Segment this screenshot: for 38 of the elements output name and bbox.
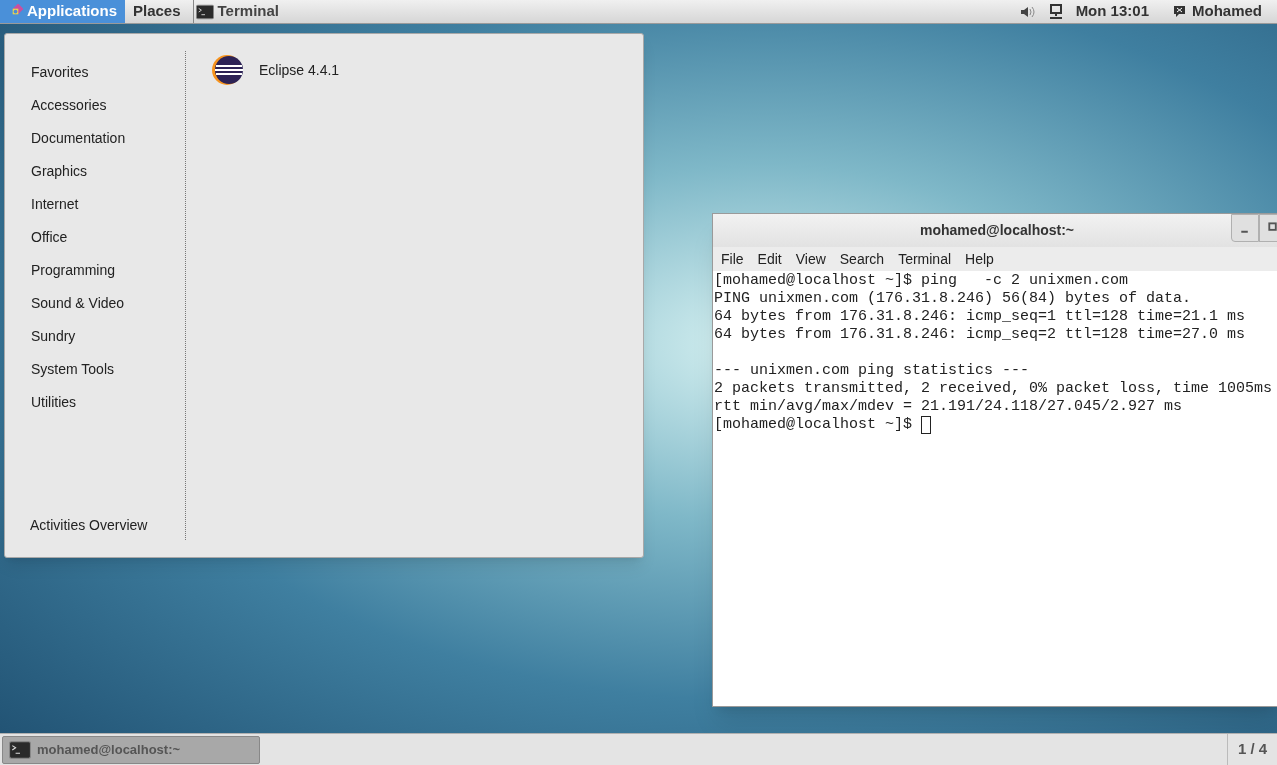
window-title: mohamed@localhost:~ — [919, 221, 1075, 240]
volume-icon[interactable] — [1019, 4, 1036, 19]
menu-item[interactable]: View — [790, 248, 831, 270]
menu-item[interactable]: Help — [960, 248, 999, 270]
category-item[interactable]: Favorites — [30, 56, 90, 89]
terminal-line: --- unixmen.com ping statistics --- — [714, 362, 1030, 380]
category-item[interactable]: Sundry — [30, 320, 77, 353]
menu-item[interactable]: Search — [834, 248, 890, 270]
terminal-line: PING unixmen.com (176.31.8.246) 56(84) bytes of data. — [714, 290, 1192, 308]
eclipse-icon — [211, 54, 245, 86]
category-item[interactable]: Utilities — [30, 386, 78, 419]
activities-overview-item[interactable]: Activities Overview — [30, 513, 148, 537]
terminal-line: [mohamed@localhost ~]$ ping -c 2 unixmen.com — [714, 272, 1129, 290]
menu-item[interactable]: Edit — [752, 248, 787, 270]
app-menu[interactable]: Terminal — [192, 0, 287, 23]
terminal-line: rtt min/avg/max/mdev = 21.191/24.118/27.045/2.927 ms — [714, 398, 1183, 416]
menu-item[interactable]: Terminal — [893, 248, 957, 270]
category-item[interactable]: System Tools — [30, 353, 115, 386]
category-item[interactable]: Programming — [30, 254, 117, 287]
category-item[interactable]: Documentation — [30, 122, 127, 155]
category-item[interactable]: Graphics — [30, 155, 89, 188]
user-menu[interactable]: Mohamed — [1192, 0, 1262, 23]
network-icon[interactable] — [1049, 3, 1062, 20]
category-item[interactable]: Accessories — [30, 89, 108, 122]
app-item[interactable]: Eclipse 4.4.1 — [211, 54, 340, 86]
top-menu[interactable]: Places — [125, 0, 189, 23]
category-item[interactable]: Internet — [30, 188, 80, 221]
terminal-icon — [9, 740, 31, 759]
terminal-line: 64 bytes from 176.31.8.246: icmp_seq=1 ttl=128 time=21.1 ms — [714, 308, 1246, 326]
menu-item[interactable]: File — [716, 248, 749, 270]
chat-icon[interactable] — [1173, 5, 1186, 18]
category-item[interactable]: Sound & Video — [30, 287, 126, 320]
terminal-line: 2 packets transmitted, 2 received, 0% packet loss, time 1005ms — [714, 380, 1273, 398]
terminal-line: [mohamed@localhost ~]$ — [714, 416, 914, 434]
workspace-switcher[interactable]: 1 / 4 — [1227, 734, 1277, 765]
terminal-line: 64 bytes from 176.31.8.246: icmp_seq=2 ttl=128 time=27.0 ms — [714, 326, 1246, 344]
clock[interactable]: Mon 13:01 — [1075, 0, 1149, 23]
category-item[interactable]: Office — [30, 221, 69, 254]
